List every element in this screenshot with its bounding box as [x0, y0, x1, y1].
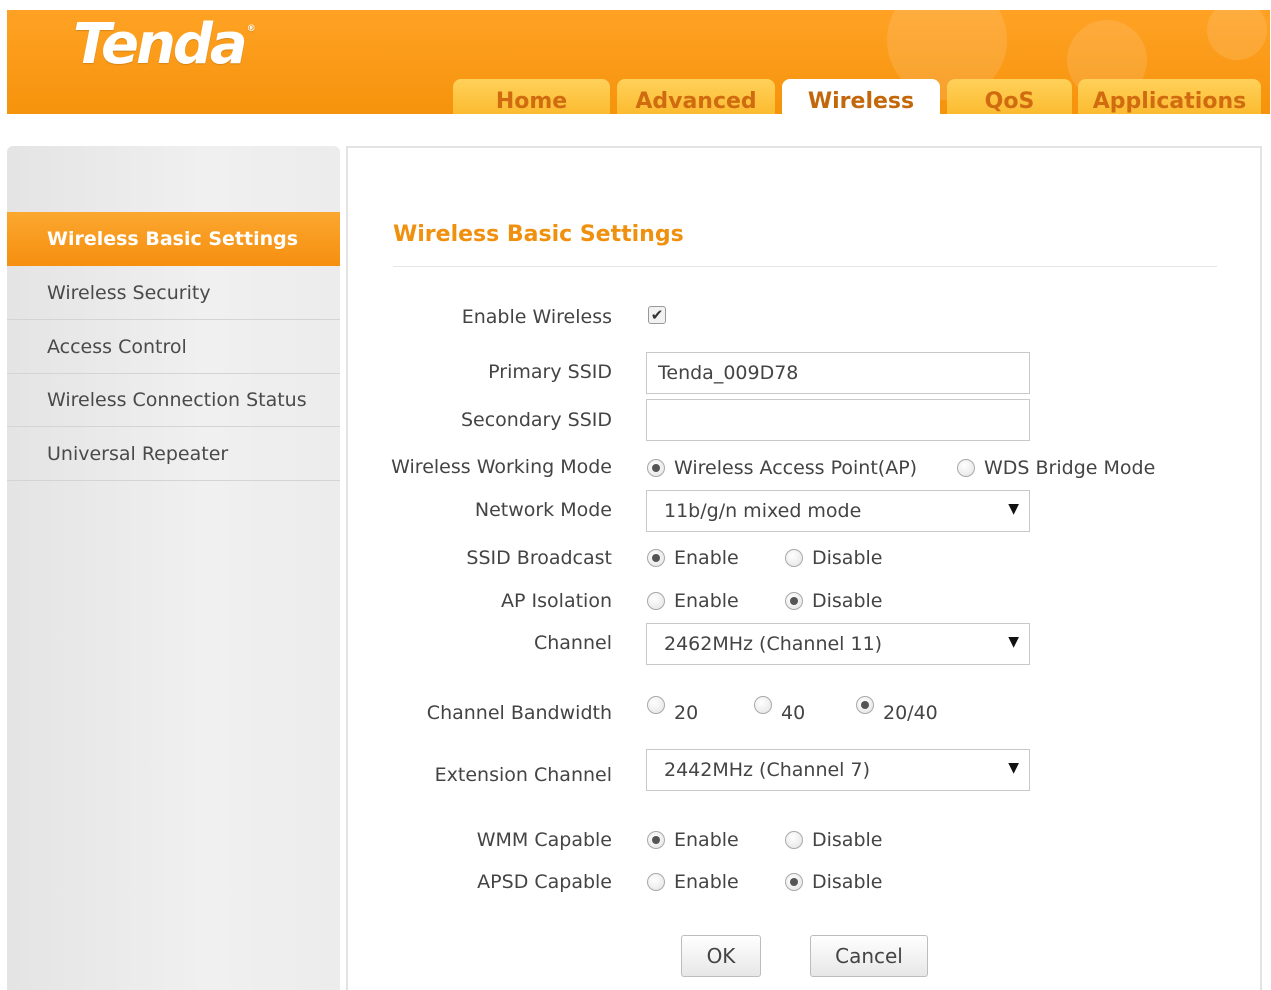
working-mode-wds-radio[interactable]: WDS Bridge Mode [957, 457, 1155, 479]
radio-icon [957, 459, 975, 477]
sidebar-item-wireless-basic-settings[interactable]: Wireless Basic Settings [7, 212, 340, 266]
radio-selected-icon [647, 831, 665, 849]
channel-select[interactable]: 2462MHz (Channel 11) ▼ [646, 623, 1030, 665]
sidebar-item-universal-repeater[interactable]: Universal Repeater [7, 427, 340, 481]
radio-selected-icon [856, 696, 874, 714]
chevron-down-icon: ▼ [1008, 501, 1019, 517]
radio-icon [647, 873, 665, 891]
bandwidth-40-radio[interactable]: 40 [754, 696, 805, 724]
ok-button[interactable]: OK [681, 935, 761, 977]
sidebar: Wireless Basic Settings Wireless Securit… [7, 146, 340, 990]
working-mode-ap-radio[interactable]: Wireless Access Point(AP) [647, 457, 917, 479]
apsd-enable-radio[interactable]: Enable [647, 871, 739, 893]
working-mode-label: Wireless Working Mode [391, 456, 612, 478]
cancel-button[interactable]: Cancel [810, 935, 928, 977]
enable-wireless-label: Enable Wireless [461, 306, 612, 328]
radio-selected-icon [785, 873, 803, 891]
main-panel: Wireless Basic Settings Enable Wireless … [346, 146, 1262, 990]
page-title: Wireless Basic Settings [393, 222, 684, 247]
checkmark-icon: ✔ [650, 305, 664, 324]
primary-ssid-input[interactable]: Tenda_009D78 [646, 352, 1030, 394]
wmm-capable-label: WMM Capable [476, 829, 612, 851]
header-bar: Tenda ® Home Advanced Wireless QoS Applic… [7, 10, 1270, 114]
ssid-broadcast-disable-radio[interactable]: Disable [785, 547, 882, 569]
bandwidth-20-40-radio[interactable]: 20/40 [856, 696, 938, 724]
ap-isolation-enable-radio[interactable]: Enable [647, 590, 739, 612]
ssid-broadcast-label: SSID Broadcast [466, 547, 612, 569]
tab-advanced[interactable]: Advanced [617, 79, 775, 114]
apsd-capable-label: APSD Capable [477, 871, 612, 893]
bandwidth-20-radio[interactable]: 20 [647, 696, 698, 724]
primary-ssid-label: Primary SSID [488, 361, 612, 383]
tab-home[interactable]: Home [453, 79, 610, 114]
radio-selected-icon [647, 549, 665, 567]
sidebar-item-wireless-security[interactable]: Wireless Security [7, 266, 340, 320]
secondary-ssid-label: Secondary SSID [460, 409, 612, 431]
chevron-down-icon: ▼ [1008, 634, 1019, 650]
radio-icon [785, 549, 803, 567]
title-divider [393, 266, 1217, 267]
network-mode-label: Network Mode [474, 499, 612, 521]
tab-wireless[interactable]: Wireless [782, 79, 940, 114]
ssid-broadcast-enable-radio[interactable]: Enable [647, 547, 739, 569]
ap-isolation-disable-radio[interactable]: Disable [785, 590, 882, 612]
secondary-ssid-input[interactable] [646, 399, 1030, 441]
extension-channel-label: Extension Channel [434, 764, 612, 786]
wmm-disable-radio[interactable]: Disable [785, 829, 882, 851]
radio-selected-icon [785, 592, 803, 610]
wmm-enable-radio[interactable]: Enable [647, 829, 739, 851]
radio-selected-icon [647, 459, 665, 477]
tenda-logo: Tenda ® [73, 12, 256, 77]
tab-qos[interactable]: QoS [947, 79, 1072, 114]
enable-wireless-checkbox[interactable]: ✔ [648, 306, 666, 324]
radio-icon [647, 696, 665, 714]
ap-isolation-label: AP Isolation [501, 590, 612, 612]
sidebar-item-access-control[interactable]: Access Control [7, 320, 340, 374]
tab-applications[interactable]: Applications [1078, 79, 1261, 114]
channel-label: Channel [533, 632, 612, 654]
extension-channel-select[interactable]: 2442MHz (Channel 7) ▼ [646, 749, 1030, 791]
sidebar-item-wireless-connection-status[interactable]: Wireless Connection Status [7, 373, 340, 427]
chevron-down-icon: ▼ [1008, 760, 1019, 776]
radio-icon [754, 696, 772, 714]
decorative-bubble [1207, 10, 1267, 60]
apsd-disable-radio[interactable]: Disable [785, 871, 882, 893]
radio-icon [785, 831, 803, 849]
network-mode-select[interactable]: 11b/g/n mixed mode ▼ [646, 490, 1030, 532]
channel-bandwidth-label: Channel Bandwidth [426, 702, 612, 724]
radio-icon [647, 592, 665, 610]
